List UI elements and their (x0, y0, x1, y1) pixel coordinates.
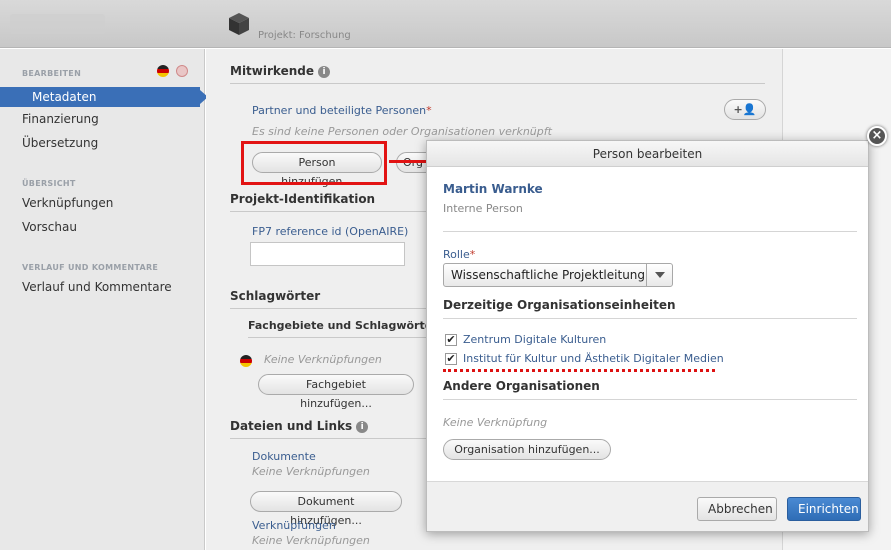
sidebar: BEARBEITEN Metadaten Finanzierung Überse… (0, 49, 208, 550)
info-icon[interactable]: i (317, 65, 330, 78)
add-subject-button[interactable]: Fachgebiet hinzufügen... (258, 374, 414, 410)
project-label: Projekt: Forschung (258, 30, 351, 41)
sidebar-item-uebersetzung[interactable]: Übersetzung (22, 136, 98, 150)
english-flag-icon[interactable] (176, 65, 188, 77)
role-select-value: Wissenschaftliche Projektleitung (451, 268, 646, 282)
german-flag-icon[interactable] (157, 65, 169, 77)
add-document-button[interactable]: Dokument hinzufügen... (250, 491, 402, 527)
links-empty-text: Keine Verknüpfungen (252, 534, 370, 547)
documents-empty-text: Keine Verknüpfungen (252, 465, 370, 478)
spellcheck-underline (443, 369, 715, 372)
sidebar-item-verlauf-kommentare[interactable]: Verlauf und Kommentare (22, 280, 172, 294)
highlight-box (241, 141, 387, 185)
person-type: Interne Person (443, 202, 523, 215)
fp7-label: FP7 reference id (OpenAIRE) (252, 225, 409, 238)
required-star-icon: * (426, 104, 432, 117)
role-select[interactable]: Wissenschaftliche Projektleitung (443, 263, 673, 287)
edit-person-dialog: Person bearbeiten Martin Warnke Interne … (426, 140, 869, 532)
required-star-icon: * (469, 248, 476, 261)
org-label-2: Institut für Kultur und Ästhetik Digital… (463, 352, 724, 365)
other-orgs-empty-text: Keine Verknüpfung (443, 416, 548, 429)
section-title-identifikation: Projekt-Identifikation (230, 192, 376, 206)
add-organization-button[interactable]: Organisation hinzufügen... (443, 439, 611, 460)
other-orgs-title: Andere Organisationen (443, 379, 600, 393)
fp7-input[interactable] (250, 242, 405, 266)
empty-persons-text: Es sind keine Personen oder Organisation… (252, 125, 552, 138)
close-icon[interactable]: × (867, 126, 887, 146)
sidebar-item-verknuepfungen[interactable]: Verknüpfungen (22, 196, 113, 210)
subsection-fachgebiete: Fachgebiete und Schlagwörter (248, 319, 438, 332)
section-title-schlagwoerter: Schlagwörter (230, 289, 321, 303)
divider (443, 399, 857, 400)
section-title-dateien: Dateien und Links i (230, 419, 369, 433)
org-checkbox-2[interactable]: ✔ (445, 353, 457, 365)
sidebar-item-finanzierung[interactable]: Finanzierung (22, 112, 99, 126)
current-orgs-title: Derzeitige Organisationseinheiten (443, 298, 676, 312)
divider (443, 318, 857, 319)
org-label-1: Zentrum Digitale Kulturen (463, 333, 607, 346)
links-label: Verknüpfungen (252, 519, 336, 532)
german-flag-icon (240, 355, 252, 367)
sidebar-section-uebersicht: ÜBERSICHT (22, 179, 76, 188)
sidebar-section-verlauf: VERLAUF UND KOMMENTARE (22, 263, 159, 272)
dialog-footer: Abbrechen Einrichten (427, 481, 868, 531)
section-title-mitwirkende: Mitwirkende i (230, 64, 330, 78)
role-label: Rolle* (443, 248, 476, 261)
blurred-logo (10, 14, 105, 34)
empty-keywords-text: Keine Verknüpfungen (264, 353, 382, 366)
cancel-button[interactable]: Abbrechen (697, 497, 777, 521)
submit-button[interactable]: Einrichten (787, 497, 861, 521)
person-name[interactable]: Martin Warnke (443, 182, 543, 196)
dialog-title: Person bearbeiten (427, 141, 868, 167)
sidebar-item-metadaten[interactable]: Metadaten (0, 87, 208, 107)
divider (443, 231, 857, 232)
chevron-down-icon[interactable] (646, 264, 672, 286)
info-icon[interactable]: i (356, 420, 369, 433)
documents-label: Dokumente (252, 450, 316, 463)
partner-label: Partner und beteiligte Personen* (252, 104, 432, 117)
project-cube-icon (229, 13, 249, 35)
sidebar-section-bearbeiten: BEARBEITEN (22, 69, 82, 78)
org-checkbox-1[interactable]: ✔ (445, 334, 457, 346)
add-person-icon-button[interactable]: +👤 (724, 99, 766, 120)
divider (230, 83, 765, 84)
top-bar: Projekt: Forschung (0, 0, 891, 48)
sidebar-item-vorschau[interactable]: Vorschau (22, 220, 77, 234)
